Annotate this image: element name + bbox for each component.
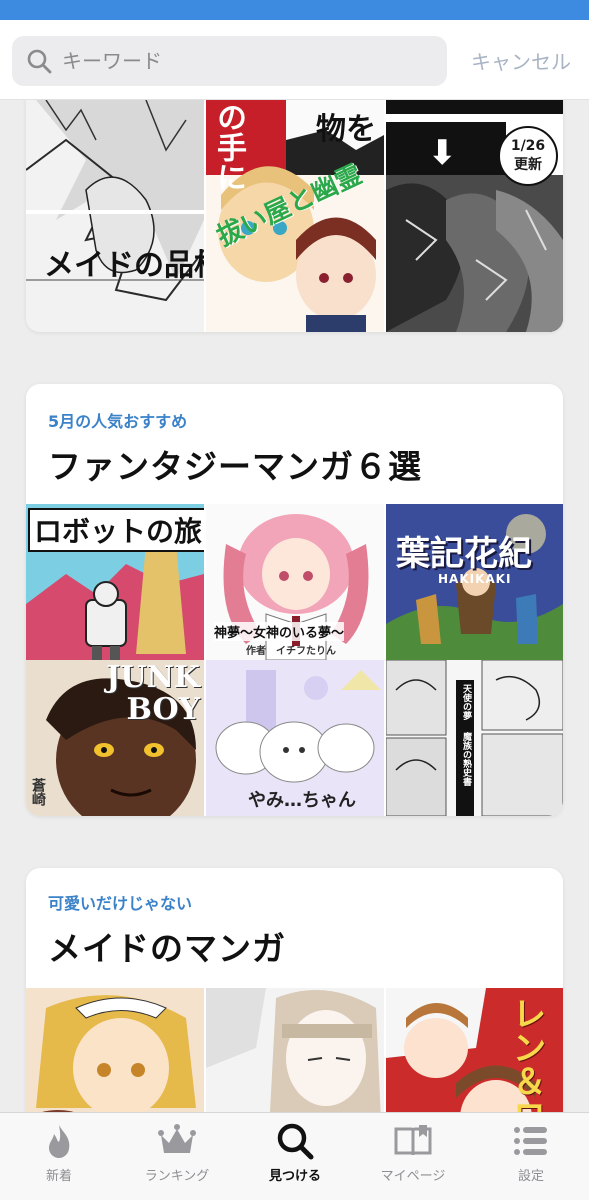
tab-label: ランキング bbox=[144, 1169, 210, 1184]
cover-text-top: の手に bbox=[211, 102, 246, 192]
cover-subtitle: 魔族の熟史書 bbox=[461, 732, 471, 786]
collection-title: ファンタジーマンガ６選 bbox=[48, 447, 422, 486]
collection-kicker: 可愛いだけじゃない bbox=[48, 894, 193, 913]
cover-title: ロボットの旅 bbox=[28, 508, 204, 552]
comic-cover-yami-chan[interactable]: やみ…ちゃん bbox=[206, 660, 384, 816]
book-icon bbox=[393, 1121, 433, 1161]
search-box[interactable] bbox=[12, 36, 447, 86]
cover-author: 蒼崎 bbox=[30, 778, 46, 806]
search-icon bbox=[275, 1121, 315, 1161]
cover-title: やみ…ちゃん bbox=[248, 790, 356, 811]
tab-discover[interactable]: 見つける bbox=[236, 1113, 354, 1200]
comic-cover-robot-no-tabi[interactable]: ロボットの旅 bbox=[26, 504, 204, 660]
fantasy-collection-card[interactable]: 5月の人気おすすめ ファンタジーマンガ６選 ロボットの旅 神夢～女神のいる夢～ … bbox=[26, 384, 563, 816]
comic-cover-junk-boy[interactable]: JUNK BOY 蒼崎 bbox=[26, 660, 204, 816]
comic-cover-tenshi-no-yume[interactable]: 天使の夢 魔族の熟史書 bbox=[386, 660, 563, 816]
flame-icon bbox=[39, 1121, 79, 1161]
tab-ranking[interactable]: ランキング bbox=[118, 1113, 236, 1200]
crown-icon bbox=[157, 1121, 197, 1161]
comic-cover-beast[interactable]: ⬇ 1/26 更新 bbox=[386, 100, 563, 332]
cover-title: メイドの品格 bbox=[44, 248, 204, 283]
tab-label: 設定 bbox=[517, 1169, 544, 1184]
tab-label: 見つける bbox=[268, 1169, 321, 1184]
cover-title: 葉記花紀 bbox=[396, 534, 532, 574]
cover-title: JUNK BOY bbox=[106, 660, 200, 727]
down-arrow-icon: ⬇ bbox=[428, 133, 457, 173]
comic-cover-hakikaki[interactable]: 葉記花紀 HAKIKAKI bbox=[386, 504, 563, 660]
tab-settings[interactable]: 設定 bbox=[472, 1113, 589, 1200]
search-header: キャンセル bbox=[0, 20, 589, 100]
collection-kicker: 5月の人気おすすめ bbox=[48, 412, 188, 431]
cover-grid: ロボットの旅 神夢～女神のいる夢～ 作者 イチフたりん 葉記花紀 HAKIKAK… bbox=[26, 504, 563, 816]
tab-mypage[interactable]: マイページ bbox=[354, 1113, 472, 1200]
status-bar bbox=[0, 0, 589, 20]
list-icon bbox=[511, 1121, 551, 1161]
collection-title: メイドのマンガ bbox=[48, 929, 286, 968]
tab-label: 新着 bbox=[45, 1169, 72, 1184]
tab-new[interactable]: 新着 bbox=[0, 1113, 118, 1200]
tab-label: マイページ bbox=[380, 1169, 446, 1184]
featured-card[interactable]: メイドの品格 の手に 物を 拔い屋と幽霊 bbox=[26, 72, 563, 332]
update-badge-label: 更新 bbox=[514, 157, 542, 173]
search-input[interactable] bbox=[62, 36, 432, 86]
update-badge: 1/26 更新 bbox=[498, 126, 558, 186]
comic-cover-kamiyume[interactable]: 神夢～女神のいる夢～ 作者 イチフたりん bbox=[206, 504, 384, 660]
cover-title: 神夢～女神のいる夢～ bbox=[214, 622, 345, 641]
cover-subtitle: HAKIKAKI bbox=[438, 572, 512, 586]
search-icon bbox=[26, 48, 52, 74]
cover-grid: メイドの品格 の手に 物を 拔い屋と幽霊 bbox=[26, 100, 563, 332]
cover-text-side: 物を bbox=[316, 112, 376, 147]
cancel-button[interactable]: キャンセル bbox=[462, 44, 580, 80]
comic-cover-maid-hinkaku[interactable]: メイドの品格 bbox=[26, 100, 204, 332]
tab-bar: 新着 ランキング 見つける マイページ 設定 bbox=[0, 1112, 589, 1200]
cover-title: 天使の夢 bbox=[461, 684, 471, 720]
comic-cover-haraiya[interactable]: の手に 物を 拔い屋と幽霊 bbox=[206, 100, 384, 332]
cover-author: 作者 イチフたりん bbox=[246, 646, 336, 657]
update-badge-date: 1/26 bbox=[510, 138, 546, 154]
